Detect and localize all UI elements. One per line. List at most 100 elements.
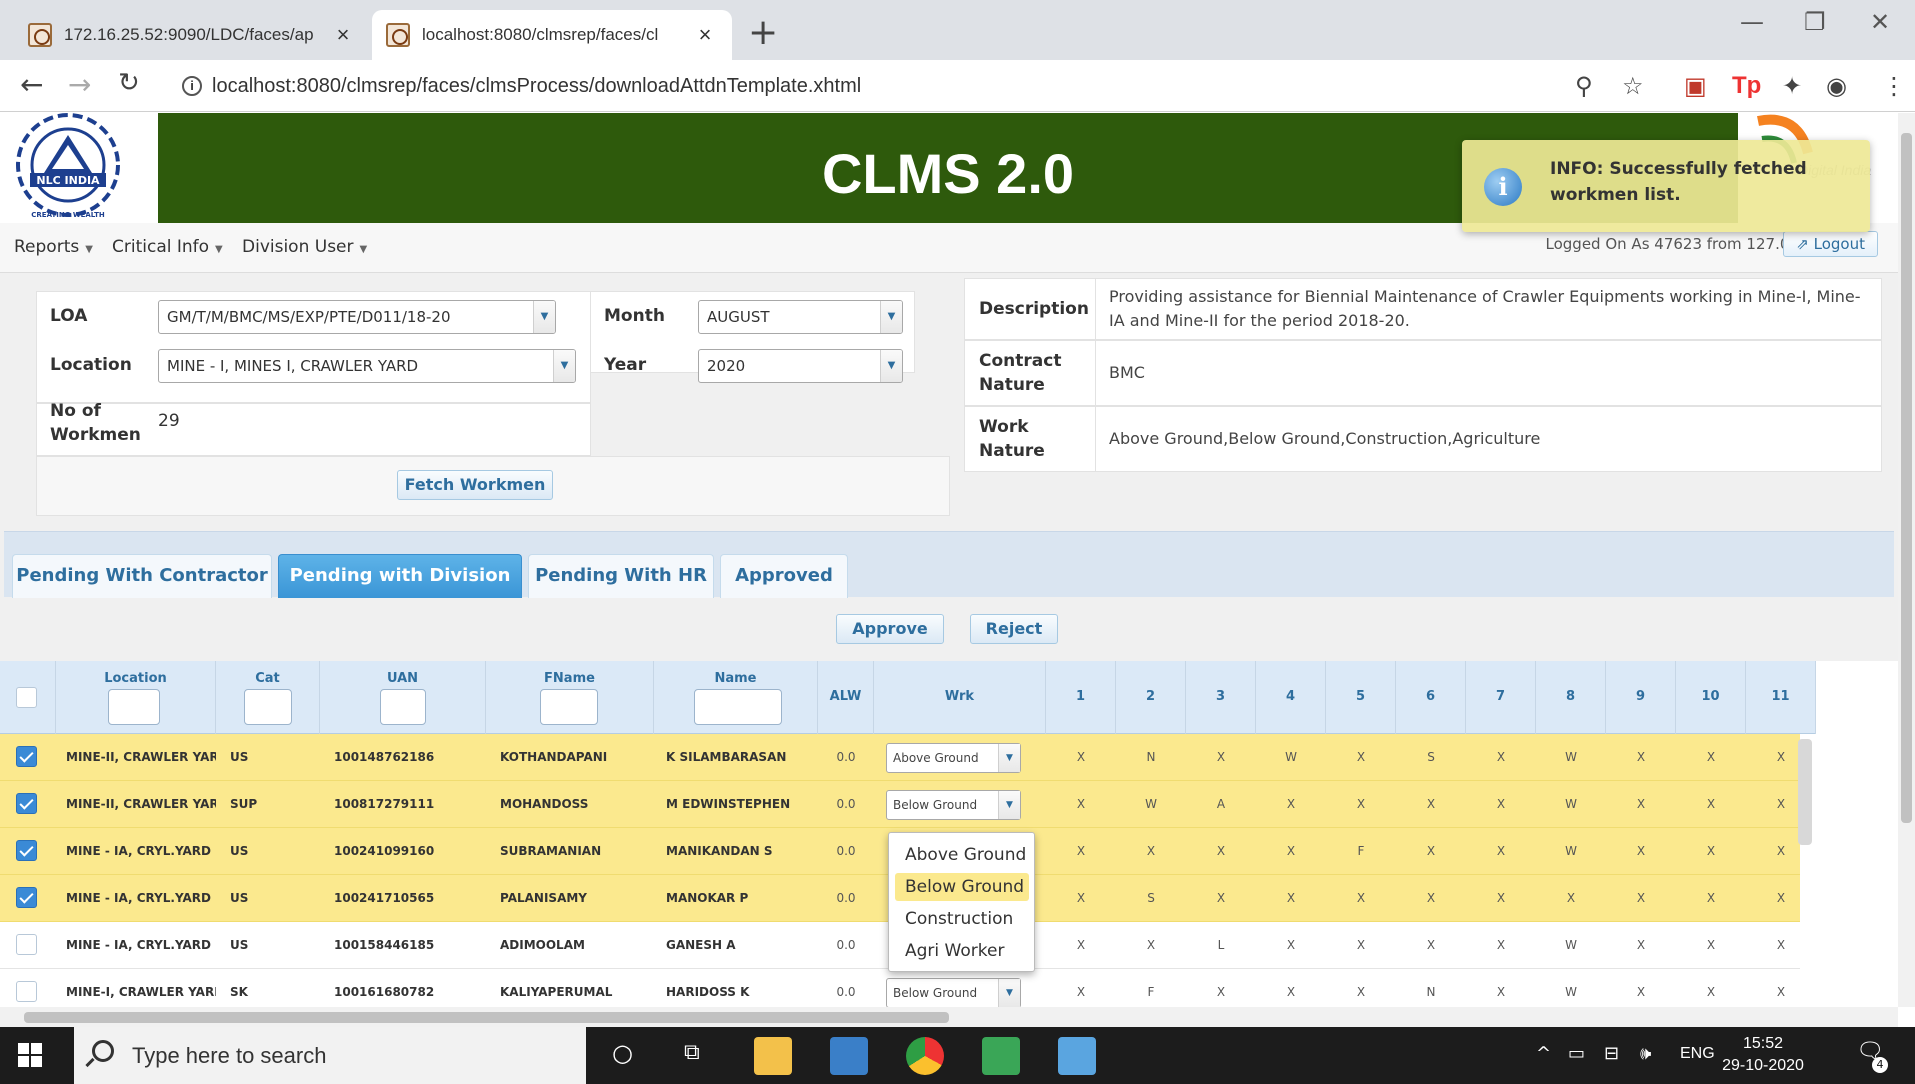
caret-down-icon: ▼	[85, 244, 93, 255]
app-icon[interactable]	[982, 1037, 1020, 1075]
taskbar-search[interactable]: Type here to search	[74, 1027, 586, 1084]
cell-fname: KALIYAPERUMAL	[500, 985, 613, 999]
chevron-down-icon[interactable]: ▼	[880, 301, 902, 333]
cell-name: K SILAMBARASAN	[666, 750, 787, 764]
uan-filter-input[interactable]	[380, 689, 426, 725]
minimize-icon[interactable]: —	[1740, 8, 1764, 36]
table-row[interactable]: MINE-I, CRAWLER YARE SK 100161680782 KALIYA…	[0, 969, 1800, 1007]
browser-tab-2[interactable]: localhost:8080/clmsrep/faces/cl ×	[372, 10, 732, 60]
search-placeholder: Type here to search	[132, 1042, 327, 1068]
chevron-down-icon[interactable]: ▼	[553, 350, 575, 382]
windows-start-icon[interactable]	[18, 1043, 42, 1067]
tab-pending-hr[interactable]: Pending With HR	[528, 554, 714, 598]
scroll-thumb[interactable]	[24, 1012, 949, 1023]
menu-critical-info[interactable]: Critical Info ▼	[112, 237, 223, 257]
tab-pending-contractor[interactable]: Pending With Contractor	[12, 554, 272, 598]
select-all-checkbox[interactable]	[16, 687, 37, 708]
clock-time: 15:52	[1742, 1035, 1784, 1052]
back-icon[interactable]: ←	[20, 68, 43, 101]
tab-pending-division[interactable]: Pending with Division	[278, 554, 522, 598]
col-day-3: 3	[1186, 661, 1256, 734]
dropdown-option[interactable]: Above Ground	[895, 841, 1029, 869]
chevron-down-icon[interactable]: ▼	[533, 301, 555, 333]
page-vertical-scrollbar[interactable]	[1898, 113, 1915, 1007]
dropdown-option[interactable]: Agri Worker	[895, 937, 1029, 965]
app-icon[interactable]	[830, 1037, 868, 1075]
row-checkbox[interactable]	[16, 746, 37, 767]
page-horizontal-scrollbar[interactable]	[0, 1007, 1898, 1027]
network-icon[interactable]: ⊟	[1604, 1043, 1619, 1064]
cell-day-2: W	[1145, 797, 1157, 811]
close-tab-icon[interactable]: ×	[692, 22, 718, 48]
cell-day-11: X	[1776, 891, 1786, 905]
location-filter-input[interactable]	[108, 689, 160, 725]
cortana-icon[interactable]: ○	[612, 1039, 633, 1067]
caret-down-icon: ▼	[215, 244, 223, 255]
volume-icon[interactable]: 🕪	[1640, 1043, 1651, 1064]
file-explorer-icon[interactable]	[754, 1037, 792, 1075]
cell-location: MINE - IA, CRYL.YARD	[66, 844, 212, 858]
cell-day-3: X	[1216, 750, 1226, 764]
chevron-up-icon[interactable]: ^	[1536, 1043, 1551, 1064]
scroll-thumb[interactable]	[1901, 133, 1912, 823]
location-select[interactable]: MINE - I, MINES I, CRAWLER YARD ▼	[158, 349, 576, 383]
restore-icon[interactable]: ❐	[1804, 8, 1826, 36]
cell-day-3: X	[1216, 844, 1226, 858]
profile-avatar-icon[interactable]: ◉	[1826, 72, 1847, 100]
dropdown-option[interactable]: Construction	[895, 905, 1029, 933]
logout-button[interactable]: ⇗ Logout	[1783, 231, 1878, 257]
browser-menu-icon[interactable]: ⋮	[1882, 72, 1906, 100]
extensions-puzzle-icon[interactable]: ✦	[1782, 72, 1802, 100]
app-icon[interactable]	[1058, 1037, 1096, 1075]
cell-day-10: X	[1706, 844, 1716, 858]
cell-day-8: W	[1565, 985, 1577, 999]
tab-approved[interactable]: Approved	[720, 554, 848, 598]
chevron-down-icon[interactable]: ▼	[998, 744, 1020, 772]
work-nature-select[interactable]: Above Ground ▼	[886, 743, 1021, 773]
name-filter-input[interactable]	[694, 689, 782, 725]
chevron-down-icon[interactable]: ▼	[880, 350, 902, 382]
clock[interactable]: 15:52 29-10-2020	[1718, 1033, 1808, 1077]
tp-extension-icon[interactable]: Tp	[1732, 72, 1761, 100]
approve-button[interactable]: Approve	[836, 614, 944, 644]
col-label: 2	[1145, 689, 1156, 704]
loa-select[interactable]: GM/T/M/BMC/MS/EXP/PTE/D011/18-20 ▼	[158, 300, 556, 334]
new-tab-icon[interactable]: +	[748, 12, 778, 53]
url-field[interactable]: i localhost:8080/clmsrep/faces/clmsProce…	[170, 68, 1565, 104]
fetch-workmen-button[interactable]: Fetch Workmen	[397, 470, 553, 500]
zoom-icon[interactable]: ⚲	[1575, 72, 1593, 100]
month-select[interactable]: AUGUST ▼	[698, 300, 903, 334]
chevron-down-icon[interactable]: ▼	[998, 791, 1020, 819]
table-scrollbar[interactable]	[1798, 739, 1812, 845]
battery-icon[interactable]: ▭	[1568, 1043, 1585, 1064]
year-select[interactable]: 2020 ▼	[698, 349, 903, 383]
menu-division-user[interactable]: Division User ▼	[242, 237, 367, 257]
row-checkbox[interactable]	[16, 934, 37, 955]
dropdown-option[interactable]: Below Ground	[895, 873, 1029, 901]
chevron-down-icon[interactable]: ▼	[998, 979, 1020, 1007]
table-row[interactable]: MINE-II, CRAWLER YARI SUP 100817279111 MOHA…	[0, 781, 1800, 828]
work-nature-select[interactable]: Below Ground ▼	[886, 790, 1021, 820]
pocket-icon[interactable]: ▣	[1684, 72, 1707, 100]
row-checkbox[interactable]	[16, 793, 37, 814]
row-checkbox[interactable]	[16, 981, 37, 1002]
fname-filter-input[interactable]	[540, 689, 598, 725]
row-checkbox[interactable]	[16, 840, 37, 861]
close-tab-icon[interactable]: ×	[330, 22, 356, 48]
reject-button[interactable]: Reject	[970, 614, 1058, 644]
cat-filter-input[interactable]	[244, 689, 292, 725]
table-row[interactable]: MINE-II, CRAWLER YARI US 100148762186 KOTHA…	[0, 734, 1800, 781]
chrome-icon[interactable]	[906, 1037, 944, 1075]
forward-icon[interactable]: →	[68, 68, 91, 101]
close-window-icon[interactable]: ✕	[1870, 8, 1890, 36]
reload-icon[interactable]: ↻	[118, 68, 140, 98]
browser-tab-1[interactable]: 172.16.25.52:9090/LDC/faces/ap ×	[14, 10, 370, 60]
bookmark-star-icon[interactable]: ☆	[1622, 72, 1644, 100]
language-indicator[interactable]: ENG	[1680, 1045, 1715, 1063]
row-checkbox[interactable]	[16, 887, 37, 908]
task-view-icon[interactable]: ⧉	[684, 1040, 700, 1065]
menu-reports[interactable]: Reports ▼	[14, 237, 93, 257]
site-info-icon[interactable]: i	[182, 76, 202, 96]
col-day-4: 4	[1256, 661, 1326, 734]
work-nature-select[interactable]: Below Ground ▼	[886, 978, 1021, 1007]
